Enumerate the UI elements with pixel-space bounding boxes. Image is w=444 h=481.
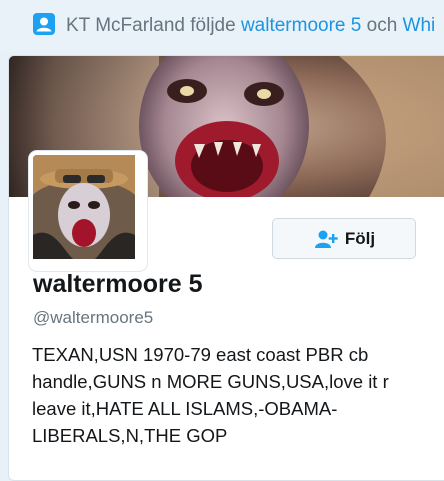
- actor-name-link[interactable]: KT McFarland: [66, 15, 185, 36]
- avatar[interactable]: [29, 151, 147, 271]
- followed-user-link-2[interactable]: Whi: [403, 15, 436, 36]
- follow-button-label: Följ: [344, 228, 376, 248]
- profile-handle[interactable]: @waltermoore5: [33, 307, 153, 329]
- person-icon: [33, 13, 55, 35]
- profile-card[interactable]: Följ waltermoore 5 @waltermoore5 TEXAN,U…: [8, 55, 444, 481]
- followed-user-link[interactable]: waltermoore 5: [241, 15, 361, 36]
- context-text: KT McFarland följde waltermoore 5 och Wh…: [66, 14, 435, 38]
- context-action: följde: [184, 15, 241, 36]
- follow-button[interactable]: Följ: [272, 218, 416, 259]
- add-user-icon: [314, 230, 338, 248]
- profile-name[interactable]: waltermoore 5: [33, 268, 203, 300]
- context-header: KT McFarland följde waltermoore 5 och Wh…: [0, 0, 444, 52]
- profile-bio: TEXAN,USN 1970-79 east coast PBR cb hand…: [32, 344, 389, 446]
- context-conjunction: och: [361, 15, 403, 36]
- avatar-image: [33, 155, 135, 259]
